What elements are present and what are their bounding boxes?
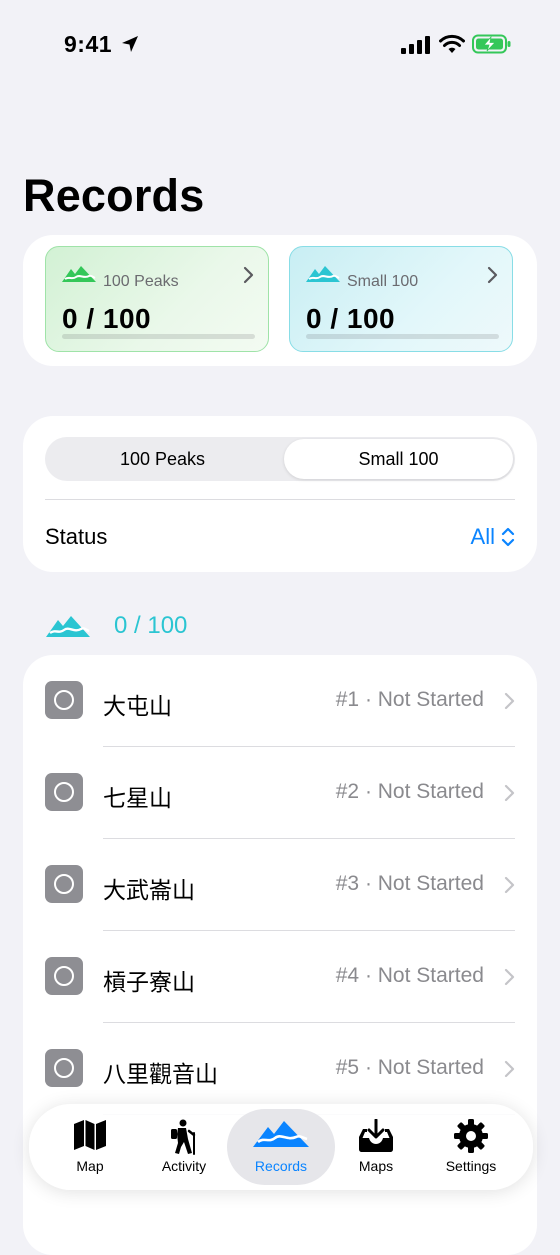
status-filter-picker[interactable]: All bbox=[471, 524, 495, 550]
tab-label: Maps bbox=[358, 1158, 394, 1174]
mountains-icon bbox=[253, 1119, 309, 1154]
peak-name: 槓子寮山 bbox=[103, 969, 195, 995]
battery-charging-icon bbox=[472, 34, 512, 59]
tab-settings[interactable]: Settings bbox=[424, 1105, 518, 1189]
status-circle-icon bbox=[45, 773, 83, 811]
summary-panel: 100 Peaks 0 / 100 Small 100 0 / 100 bbox=[23, 235, 537, 366]
tab-records[interactable]: Records bbox=[234, 1105, 328, 1189]
peak-name: 七星山 bbox=[103, 785, 172, 811]
tab-label: Map bbox=[76, 1158, 104, 1174]
chevron-right-icon bbox=[504, 1060, 515, 1083]
peak-status: #5 · Not Started bbox=[335, 1056, 484, 1079]
status-circle-icon bbox=[45, 865, 83, 903]
chevron-up-down-icon[interactable] bbox=[501, 526, 515, 553]
mountains-icon bbox=[306, 264, 340, 289]
chevron-right-icon bbox=[504, 968, 515, 991]
peak-name: 大武崙山 bbox=[103, 877, 195, 903]
progress-bar bbox=[306, 334, 499, 339]
chevron-right-icon bbox=[486, 266, 498, 289]
status-bar: 9:41 bbox=[0, 0, 560, 92]
mountains-icon bbox=[46, 613, 90, 644]
chevron-right-icon bbox=[504, 784, 515, 807]
tab-maps[interactable]: Maps bbox=[329, 1105, 423, 1189]
peak-status: #4 · Not Started bbox=[335, 964, 484, 987]
peak-status: #1 · Not Started bbox=[335, 688, 484, 711]
card-count: 0 / 100 bbox=[306, 303, 396, 334]
filter-panel: 100 Peaks Small 100 Status All bbox=[23, 416, 537, 572]
segment-small-100[interactable]: Small 100 bbox=[284, 439, 513, 479]
list-item[interactable]: 大武崙山 #3 · Not Started bbox=[23, 839, 537, 931]
section-progress-count: 0 / 100 bbox=[114, 612, 188, 639]
card-count: 0 / 100 bbox=[62, 303, 152, 334]
status-circle-icon bbox=[45, 681, 83, 719]
peak-name: 八里觀音山 bbox=[103, 1061, 218, 1087]
map-icon bbox=[73, 1119, 107, 1156]
progress-bar bbox=[62, 334, 255, 339]
card-label: 100 Peaks bbox=[103, 273, 179, 290]
list-item[interactable]: 槓子寮山 #4 · Not Started bbox=[23, 931, 537, 1023]
list-segmented-control: 100 Peaks Small 100 bbox=[45, 437, 515, 481]
wifi-icon bbox=[439, 34, 465, 59]
divider bbox=[45, 499, 515, 500]
page-title: Records bbox=[23, 170, 205, 221]
mountains-icon bbox=[62, 264, 96, 289]
card-100-peaks[interactable]: 100 Peaks 0 / 100 bbox=[45, 246, 269, 352]
chevron-right-icon bbox=[504, 692, 515, 715]
list-item[interactable]: 八里觀音山 #5 · Not Started bbox=[23, 1023, 537, 1115]
chevron-right-icon bbox=[504, 876, 515, 899]
peak-status: #2 · Not Started bbox=[335, 780, 484, 803]
hiker-icon bbox=[169, 1119, 199, 1160]
card-label: Small 100 bbox=[347, 273, 419, 290]
list-item[interactable]: 七星山 #2 · Not Started bbox=[23, 747, 537, 839]
location-arrow-icon bbox=[120, 34, 140, 59]
cellular-signal-icon bbox=[401, 36, 431, 59]
card-small-100[interactable]: Small 100 0 / 100 bbox=[289, 246, 513, 352]
peak-name: 大屯山 bbox=[103, 693, 172, 719]
status-time: 9:41 bbox=[64, 31, 113, 57]
gear-icon bbox=[454, 1119, 488, 1158]
tab-bar: Map Activity Records Maps Settings bbox=[29, 1104, 533, 1190]
status-filter-label: Status bbox=[45, 524, 108, 549]
segment-100-peaks[interactable]: 100 Peaks bbox=[45, 437, 280, 481]
list-item[interactable]: 大屯山 #1 · Not Started bbox=[23, 655, 537, 747]
peak-status: #3 · Not Started bbox=[335, 872, 484, 895]
status-circle-icon bbox=[45, 1049, 83, 1087]
tab-label: Activity bbox=[161, 1158, 207, 1174]
chevron-right-icon bbox=[242, 266, 254, 289]
status-circle-icon bbox=[45, 957, 83, 995]
tab-label: Settings bbox=[445, 1158, 497, 1174]
tab-map[interactable]: Map bbox=[43, 1105, 137, 1189]
tab-label: Records bbox=[254, 1158, 308, 1174]
tab-activity[interactable]: Activity bbox=[137, 1105, 231, 1189]
download-tray-icon bbox=[357, 1118, 395, 1158]
